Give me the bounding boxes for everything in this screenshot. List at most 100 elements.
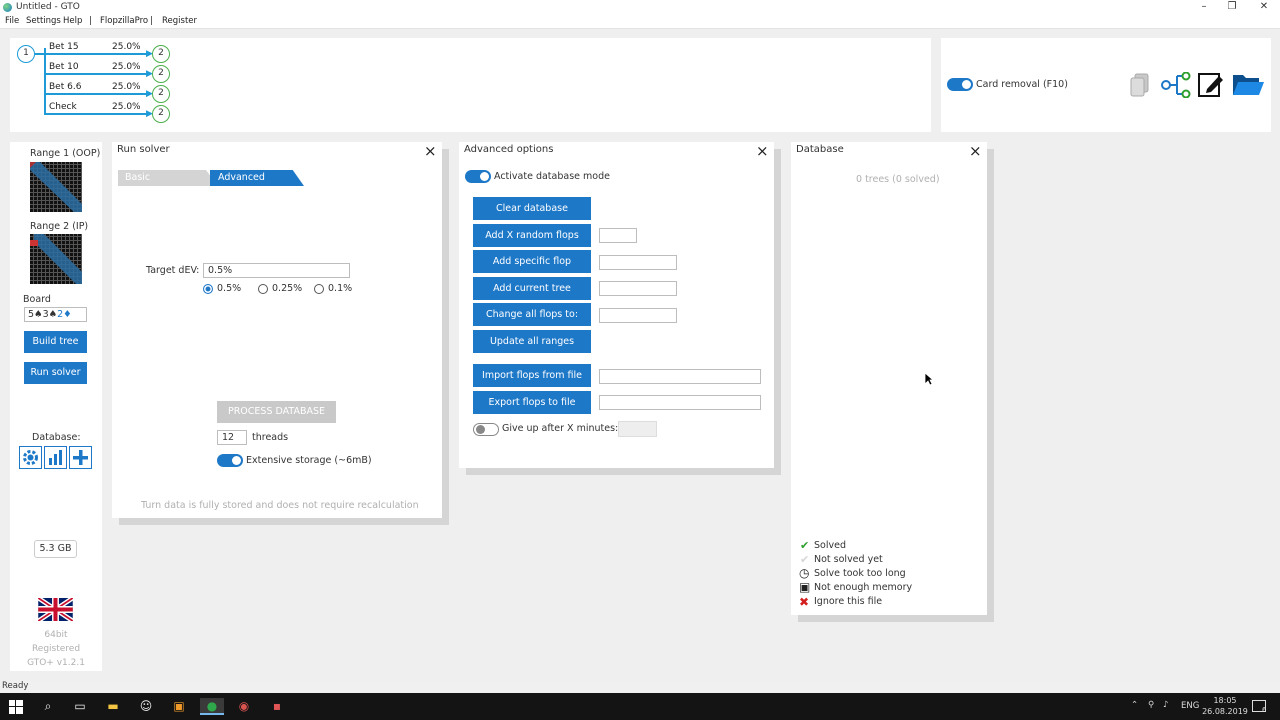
legend-not-solved: Not solved yet (814, 554, 883, 565)
database-label: Database: (32, 432, 81, 443)
close-icon[interactable]: × (969, 144, 982, 159)
tree-child-node[interactable]: 2 (152, 65, 170, 83)
give-up-input[interactable] (618, 421, 657, 437)
extensive-storage-toggle[interactable] (217, 454, 243, 467)
windows-start-icon[interactable] (7, 698, 25, 715)
radio-0-5[interactable] (203, 284, 213, 294)
clock-time[interactable]: 18:05 (1207, 696, 1243, 705)
folder-icon[interactable] (1231, 71, 1265, 99)
app-icon (3, 3, 12, 12)
clock-date[interactable]: 26.08.2019 (1201, 707, 1249, 716)
random-flops-input[interactable] (599, 228, 637, 243)
tree-root-node[interactable]: 1 (17, 45, 35, 63)
give-up-label: Give up after X minutes: (502, 423, 619, 434)
add-specific-flop-button[interactable]: Add specific flop (473, 250, 591, 273)
file-explorer-icon[interactable]: ▬ (104, 698, 122, 715)
board-label: Board (23, 294, 51, 305)
card-removal-toggle[interactable] (947, 78, 973, 91)
settings-icon[interactable] (19, 446, 42, 469)
restore-button[interactable]: ❐ (1218, 0, 1246, 15)
search-icon[interactable]: ⌕ (39, 698, 57, 715)
app-icon[interactable]: ▣ (170, 698, 188, 715)
check-icon: ✔ (800, 539, 810, 552)
tree-child-node[interactable]: 2 (152, 85, 170, 103)
clear-database-button[interactable]: Clear database (473, 197, 591, 220)
panel-title: Run solver (117, 144, 170, 155)
extensive-storage-label: Extensive storage (~6mB) (246, 455, 372, 466)
board-card: 2♦ (57, 309, 72, 320)
app-icon[interactable]: ☺ (137, 698, 155, 715)
trees-count: 0 trees (0 solved) (856, 174, 940, 185)
menu-register[interactable]: Register (162, 16, 197, 26)
specific-flop-input[interactable] (599, 255, 677, 270)
board-input[interactable]: 5♠3♠2♦ (24, 307, 87, 322)
threads-input[interactable]: 12 (217, 430, 247, 445)
app-icon[interactable]: ◉ (235, 698, 253, 715)
database-panel: Database × 0 trees (0 solved) ✔ Solved ✔… (791, 142, 987, 615)
task-view-icon[interactable]: ▭ (71, 698, 89, 715)
notification-count: 6 (1262, 706, 1267, 714)
panel-title: Advanced options (464, 144, 554, 155)
tab-advanced[interactable]: Advanced (210, 170, 304, 186)
import-flops-button[interactable]: Import flops from file (473, 364, 591, 387)
change-flops-input[interactable] (599, 308, 677, 323)
legend-too-long: Solve took too long (814, 568, 906, 579)
range1-grid[interactable] (30, 162, 82, 212)
menu-file[interactable]: File (5, 16, 19, 26)
tree-branch-pct: 25.0% (112, 42, 141, 52)
range2-grid[interactable] (30, 234, 82, 284)
change-all-flops-button[interactable]: Change all flops to: (473, 303, 591, 326)
import-path-input[interactable] (599, 369, 761, 384)
target-dev-input[interactable]: 0.5% (203, 263, 350, 278)
legend-solved: Solved (814, 540, 846, 551)
menu-flopzillapro[interactable]: FlopzillaPro (100, 16, 148, 26)
radio-0-25[interactable] (258, 284, 268, 294)
update-all-ranges-button[interactable]: Update all ranges (473, 330, 591, 353)
gto-app-icon[interactable]: ● (200, 698, 224, 715)
tray-chevron-icon[interactable]: ⌃ (1131, 700, 1138, 710)
uk-flag-icon[interactable] (36, 596, 75, 623)
give-up-toggle[interactable] (473, 423, 499, 436)
add-current-tree-button[interactable]: Add current tree (473, 277, 591, 300)
target-dev-label: Target dEV: (146, 265, 200, 276)
mouse-cursor-icon (924, 372, 935, 386)
language-indicator[interactable]: ENG (1181, 701, 1199, 711)
app-icon[interactable]: ▪ (268, 698, 286, 715)
tree-child-node[interactable]: 2 (152, 105, 170, 123)
menu-help[interactable]: Help (63, 16, 82, 26)
run-solver-button[interactable]: Run solver (24, 362, 87, 384)
database-mode-toggle[interactable] (465, 170, 491, 183)
export-path-input[interactable] (599, 395, 761, 410)
chart-icon[interactable] (44, 446, 67, 469)
export-flops-button[interactable]: Export flops to file (473, 391, 591, 414)
cards-icon[interactable] (1127, 72, 1153, 98)
tree-branch-label[interactable]: Bet 10 (49, 62, 79, 72)
current-tree-input[interactable] (599, 281, 677, 296)
tree-connector (44, 48, 46, 115)
tab-basic[interactable]: Basic (118, 170, 218, 186)
run-solver-panel: Run solver × Basic Advanced Target dEV: … (112, 142, 442, 518)
build-tree-button[interactable]: Build tree (24, 331, 87, 353)
database-mode-label: Activate database mode (494, 171, 610, 182)
radio-label: 0.5% (217, 283, 242, 294)
tree-child-node[interactable]: 2 (152, 45, 170, 63)
add-random-flops-button[interactable]: Add X random flops (473, 224, 591, 247)
tree-branch-line (44, 53, 150, 55)
tree-branch-label[interactable]: Bet 6.6 (49, 82, 81, 92)
close-icon[interactable]: × (424, 144, 437, 159)
network-icon[interactable]: ⚲ (1148, 700, 1154, 710)
menu-bar: File Settings Help | FlopzillaPro | Regi… (0, 15, 1280, 29)
tree-branch-label[interactable]: Check (49, 102, 77, 112)
tree-icon[interactable] (1161, 71, 1191, 99)
close-icon[interactable]: × (756, 144, 769, 159)
menu-settings[interactable]: Settings (26, 16, 61, 26)
minimize-button[interactable]: – (1190, 0, 1218, 15)
radio-0-1[interactable] (314, 284, 324, 294)
volume-icon[interactable]: ♪ (1163, 700, 1168, 710)
process-database-button[interactable]: PROCESS DATABASE (217, 401, 336, 423)
tree-branch-label[interactable]: Bet 15 (49, 42, 79, 52)
radio-label: 0.1% (328, 283, 353, 294)
edit-icon[interactable] (1197, 71, 1225, 99)
close-window-button[interactable]: ✕ (1250, 0, 1278, 15)
plus-icon[interactable] (69, 446, 92, 469)
